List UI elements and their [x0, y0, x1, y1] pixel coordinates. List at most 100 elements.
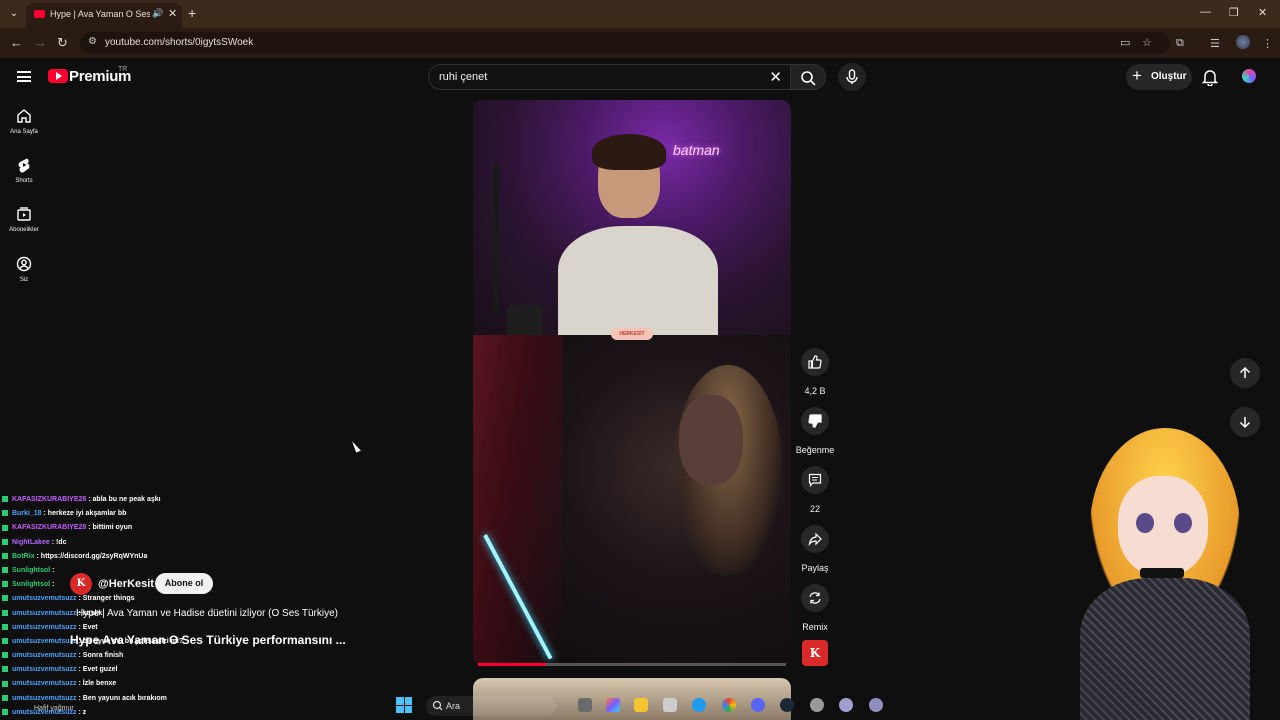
voice-search-button[interactable] — [838, 63, 866, 91]
new-tab-icon[interactable]: + — [188, 5, 196, 21]
guide-label: Ana Sayfa — [10, 129, 38, 135]
chat-badge-icon — [2, 609, 8, 616]
file-explorer-icon[interactable] — [634, 698, 648, 712]
extensions-icon[interactable]: ⧉ — [1176, 37, 1184, 50]
chat-message: Sunlightsol : — [2, 564, 282, 578]
close-window-icon[interactable]: ✕ — [1258, 6, 1267, 19]
clear-search-icon[interactable]: ✕ — [769, 68, 782, 86]
chat-message: KAFASIZKURABIYE28 : bittimi oyun — [2, 521, 282, 535]
microphone-arm — [493, 165, 543, 339]
taskbar-search[interactable]: Ara — [426, 696, 556, 716]
channel-name[interactable]: @HerKesit — [98, 578, 154, 590]
back-icon[interactable]: ← — [10, 35, 23, 50]
chat-badge-icon — [2, 510, 8, 517]
reading-list-icon[interactable]: ☰ — [1210, 37, 1220, 50]
search-value[interactable]: ruhi çenet — [439, 71, 487, 83]
channel-avatar[interactable]: K — [70, 573, 92, 595]
bookmark-star-icon[interactable]: ☆ — [1142, 36, 1152, 49]
guide-item-home[interactable]: Ana Sayfa — [0, 108, 48, 135]
minimize-icon[interactable]: — — [1200, 6, 1211, 18]
browser-menu-icon[interactable]: ⋮ — [1262, 37, 1273, 50]
dislike-label: Beğenme — [795, 445, 835, 455]
chat-badge-icon — [2, 552, 8, 559]
guide-item-subscriptions[interactable]: Abonelikler — [0, 206, 48, 233]
restore-icon[interactable]: ❐ — [1229, 6, 1239, 19]
thumbs-down-icon — [808, 414, 822, 428]
guide-label: Shorts — [15, 178, 33, 184]
reload-icon[interactable]: ↻ — [57, 35, 68, 51]
taskbar-search-label: Ara — [446, 701, 461, 711]
comments-button[interactable]: 22 — [795, 466, 835, 514]
speaker-icon[interactable]: 🔊 — [152, 8, 163, 19]
windows-taskbar: Ara — [380, 692, 900, 720]
previous-short-button[interactable] — [1230, 358, 1260, 388]
chat-text: : Evet — [78, 623, 98, 631]
streamer-figure — [558, 134, 718, 336]
chat-message: BotRix : https://discord.gg/2syRqWYnUa — [2, 550, 282, 564]
tab-close-icon[interactable]: ✕ — [168, 7, 177, 20]
remix-button[interactable]: Remix — [795, 584, 835, 632]
remix-icon — [809, 592, 821, 604]
settings-icon[interactable] — [869, 698, 883, 712]
browser-tab[interactable]: Hype | Ava Yaman O Ses Türkiye 🔊 ✕ — [26, 3, 182, 28]
chat-message: umutsuzvemutsuzz : Evet guzel — [2, 663, 282, 677]
chat-message: Burki_18 : herkeze iyi akşamlar bb — [2, 507, 282, 521]
chat-text: : Ben yayunı acık bırakıom — [78, 694, 167, 702]
steam-icon[interactable] — [780, 698, 794, 712]
notifications-button[interactable] — [1201, 68, 1219, 91]
discord-icon[interactable] — [751, 698, 765, 712]
windows-start-icon[interactable] — [396, 697, 412, 713]
chat-username: umutsuzvemutsuzz — [12, 595, 77, 603]
microphone-icon — [846, 69, 858, 84]
short-title[interactable]: Hype Ava Yaman O Ses Türkiye performansı… — [70, 633, 346, 647]
chat-badge-icon — [2, 666, 8, 673]
comment-count: 22 — [809, 504, 820, 514]
chat-username: umutsuzvemutsuzz — [12, 652, 77, 660]
app-icon[interactable] — [839, 698, 853, 712]
edge-icon[interactable] — [692, 698, 706, 712]
video-progress-bar[interactable] — [478, 663, 786, 666]
account-avatar[interactable] — [1242, 69, 1256, 83]
youtube-favicon-icon — [34, 10, 45, 18]
store-icon[interactable] — [663, 698, 677, 712]
video-progress-fill — [478, 663, 546, 666]
tab-search-icon[interactable]: ⌄ — [6, 6, 22, 22]
copilot-icon[interactable] — [606, 698, 620, 712]
browser-profile-avatar[interactable] — [1236, 35, 1250, 49]
chat-badge-icon — [2, 652, 8, 659]
forward-icon[interactable]: → — [34, 35, 47, 50]
task-view-icon[interactable] — [578, 698, 592, 712]
chat-username: umutsuzvemutsuzz — [12, 694, 77, 702]
search-button[interactable] — [790, 64, 826, 90]
shorts-video-player[interactable]: batman HERKESİT — [473, 100, 791, 666]
stream-chat-overlay: KAFASIZKURABIYE28 : abla bu ne peak aşkı… — [2, 493, 282, 720]
site-info-icon[interactable]: ⚙ — [88, 36, 97, 47]
url-text[interactable]: youtube.com/shorts/0igytsSWoek — [105, 37, 253, 48]
like-button[interactable]: 4,2 B — [795, 348, 835, 396]
chat-badge-icon — [2, 694, 8, 701]
menu-icon[interactable] — [17, 71, 31, 82]
youtube-logo-icon[interactable] — [48, 69, 68, 83]
subscribe-button[interactable]: Abone ol — [155, 573, 213, 594]
create-button[interactable]: + Oluştur — [1126, 64, 1192, 90]
chat-badge-icon — [2, 538, 8, 545]
guide-item-shorts[interactable]: Shorts — [0, 157, 48, 184]
dislike-button[interactable]: Beğenme — [795, 407, 835, 455]
region-code: TR — [118, 66, 128, 73]
chat-message: NightLakee : !dc — [2, 536, 282, 550]
chat-badge-icon — [2, 524, 8, 531]
chat-text: : bittimi oyun — [88, 524, 133, 532]
weather-widget[interactable]: Hafif yağmur — [34, 705, 74, 712]
cast-icon[interactable]: ▭ — [1120, 36, 1130, 49]
thumbs-up-icon — [808, 355, 822, 369]
address-bar[interactable]: ⚙ youtube.com/shorts/0igytsSWoek ▭ ☆ — [80, 32, 1170, 54]
chat-username: Sunlightsol — [12, 566, 51, 574]
chat-username: Sunlightsol — [12, 581, 51, 589]
obs-icon[interactable] — [810, 698, 824, 712]
share-button[interactable]: Paylaş — [795, 525, 835, 573]
guide-item-you[interactable]: Siz — [0, 256, 48, 283]
search-input[interactable]: ruhi çenet ✕ — [428, 64, 790, 90]
short-music-title[interactable]: Hype | Ava Yaman ve Hadise düetini izliy… — [76, 608, 338, 619]
channel-thumbnail[interactable]: K — [802, 640, 828, 666]
chrome-icon[interactable] — [722, 698, 736, 712]
